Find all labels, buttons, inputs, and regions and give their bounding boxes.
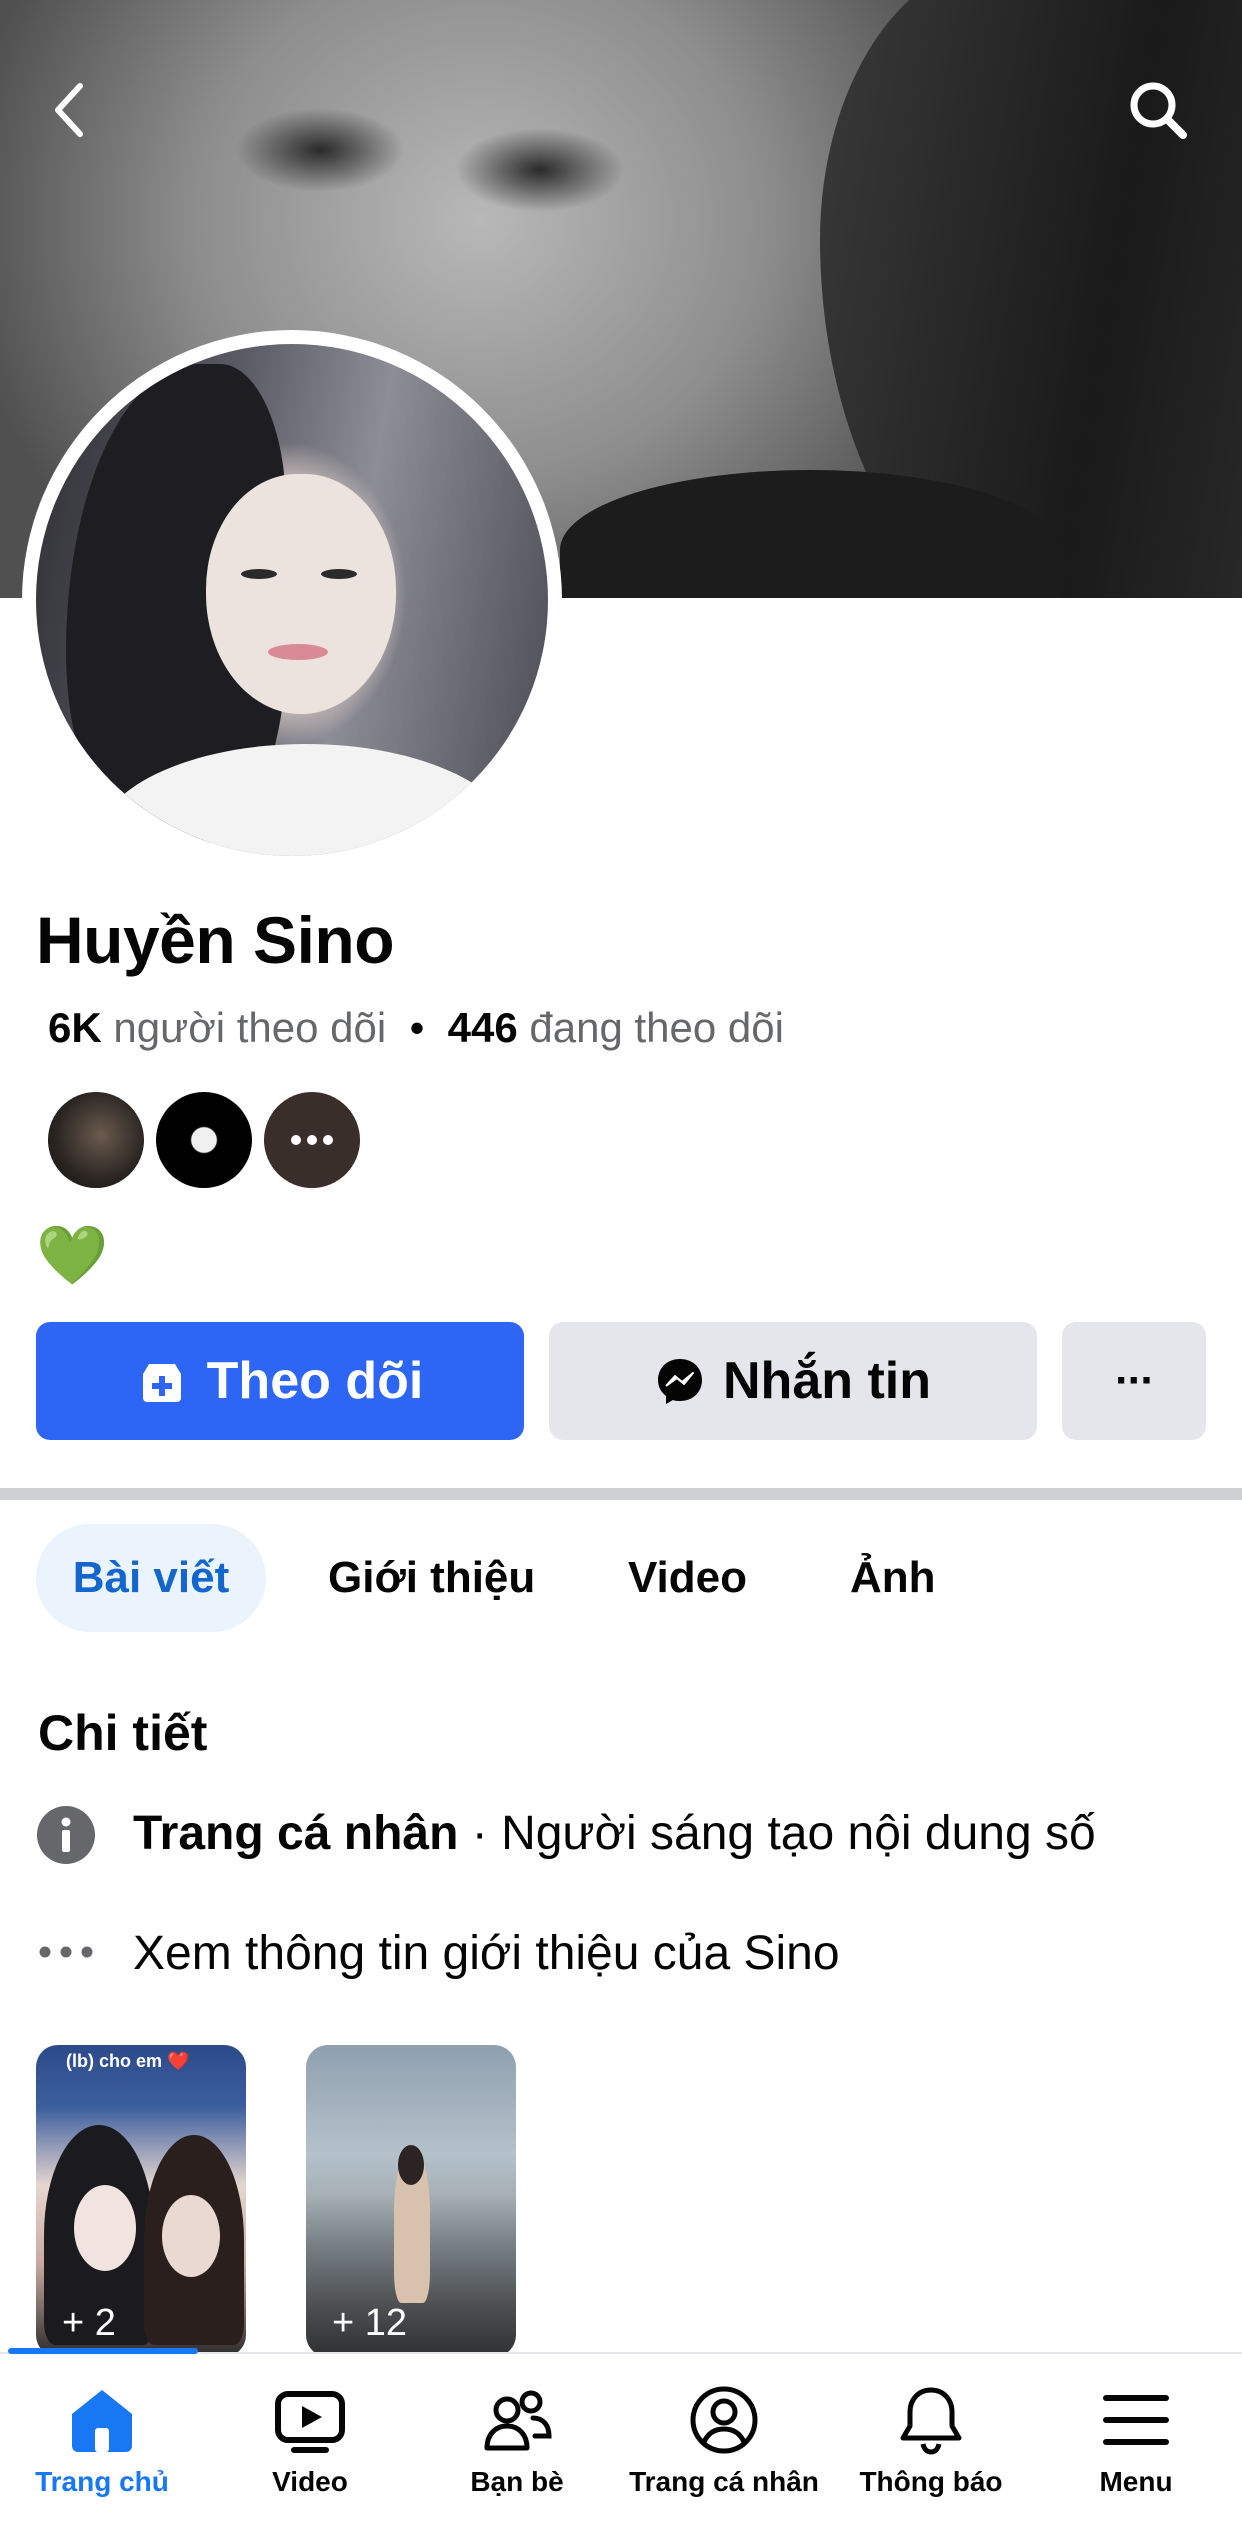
more-options-label: ··· xyxy=(1115,1356,1155,1405)
follow-plus-icon xyxy=(142,1364,181,1402)
mutual-follower-avatar[interactable] xyxy=(48,1092,144,1188)
tab-photos[interactable]: Ảnh xyxy=(850,1524,936,1632)
profile-icon xyxy=(690,2386,758,2454)
nav-label: Menu xyxy=(1099,2466,1173,2497)
avatar-face xyxy=(206,474,396,714)
nav-label: Thông báo xyxy=(859,2466,1003,2497)
more-dots-icon xyxy=(291,1135,333,1145)
page-type-category: · Người sáng tạo nội dung số xyxy=(458,1807,1096,1860)
following-label: đang theo dõi xyxy=(529,1004,784,1051)
avatar-eye-left xyxy=(241,569,277,579)
highlight-face xyxy=(74,2185,136,2271)
menu-icon xyxy=(1103,2395,1169,2445)
highlight-thumbnail[interactable]: + 12 xyxy=(306,2045,516,2357)
nav-video[interactable]: Video xyxy=(210,2384,410,2498)
message-button[interactable]: Nhắn tin xyxy=(549,1322,1037,1440)
avatar-eye-right xyxy=(321,569,357,579)
highlight-count: + 12 xyxy=(332,2302,408,2344)
friends-icon xyxy=(484,2390,552,2451)
bio-emoji: 💚 xyxy=(36,1223,109,1288)
page-type-label: Trang cá nhân xyxy=(133,1807,459,1860)
more-options-button[interactable]: ··· xyxy=(1062,1322,1206,1440)
avatar-lips xyxy=(268,644,328,660)
tab-about[interactable]: Giới thiệu xyxy=(328,1524,535,1632)
active-tab-indicator xyxy=(8,2348,198,2354)
section-divider xyxy=(0,1488,1242,1500)
home-icon xyxy=(72,2390,132,2452)
nav-label: Trang chủ xyxy=(35,2466,169,2497)
more-dots-icon xyxy=(39,1946,93,1958)
followers-label: người theo dõi xyxy=(113,1004,387,1051)
following-count: 446 xyxy=(447,1004,518,1051)
profile-avatar[interactable] xyxy=(22,330,562,870)
avatar-photo xyxy=(36,344,548,856)
nav-label: Video xyxy=(272,2466,348,2497)
highlight-count: + 2 xyxy=(62,2302,116,2344)
follow-button-label: Theo dõi xyxy=(206,1352,424,1410)
tab-posts[interactable]: Bài viết xyxy=(36,1524,266,1632)
nav-notifications[interactable]: Thông báo xyxy=(831,2384,1031,2498)
mutual-follower-avatar[interactable] xyxy=(156,1092,252,1188)
bottom-nav-bar: Trang chủ Video Bạn bè Trang cá nhân Thô… xyxy=(0,2348,1242,2547)
info-icon xyxy=(37,1806,95,1864)
highlight-face xyxy=(162,2195,220,2277)
followers-count: 6K xyxy=(48,1004,102,1051)
bell-icon xyxy=(900,2387,962,2455)
nav-menu[interactable]: Menu xyxy=(1036,2384,1236,2498)
details-title: Chi tiết xyxy=(38,1705,208,1761)
profile-name: Huyền Sino xyxy=(36,903,395,977)
see-about-link[interactable]: Xem thông tin giới thiệu của Sino xyxy=(133,1926,840,1981)
back-button[interactable] xyxy=(30,70,110,150)
stats-separator: • xyxy=(409,1004,425,1051)
highlight-thumbnail[interactable]: (lb) cho em ❤️ + 2 xyxy=(36,2045,246,2357)
search-button[interactable] xyxy=(1118,70,1198,150)
page-type-row: Trang cá nhân · Người sáng tạo nội dung … xyxy=(133,1806,1096,1861)
nav-label: Trang cá nhân xyxy=(629,2466,819,2497)
nav-friends[interactable]: Bạn bè xyxy=(417,2384,617,2498)
highlight-hair xyxy=(398,2145,424,2185)
nav-home[interactable]: Trang chủ xyxy=(2,2384,202,2498)
messenger-icon xyxy=(658,1359,702,1404)
message-button-label: Nhắn tin xyxy=(723,1352,931,1410)
search-icon xyxy=(1130,82,1187,139)
highlight-caption: (lb) cho em ❤️ xyxy=(66,2051,190,2071)
nav-label: Bạn bè xyxy=(470,2466,564,2497)
more-mutual-button[interactable] xyxy=(264,1092,360,1188)
video-icon xyxy=(275,2391,345,2453)
chevron-left-icon xyxy=(55,83,83,137)
follow-stats[interactable]: 6K người theo dõi • 446 đang theo dõi xyxy=(48,1004,784,1052)
tab-videos[interactable]: Video xyxy=(628,1524,747,1632)
nav-profile[interactable]: Trang cá nhân xyxy=(624,2384,824,2498)
follow-button[interactable]: Theo dõi xyxy=(36,1322,524,1440)
